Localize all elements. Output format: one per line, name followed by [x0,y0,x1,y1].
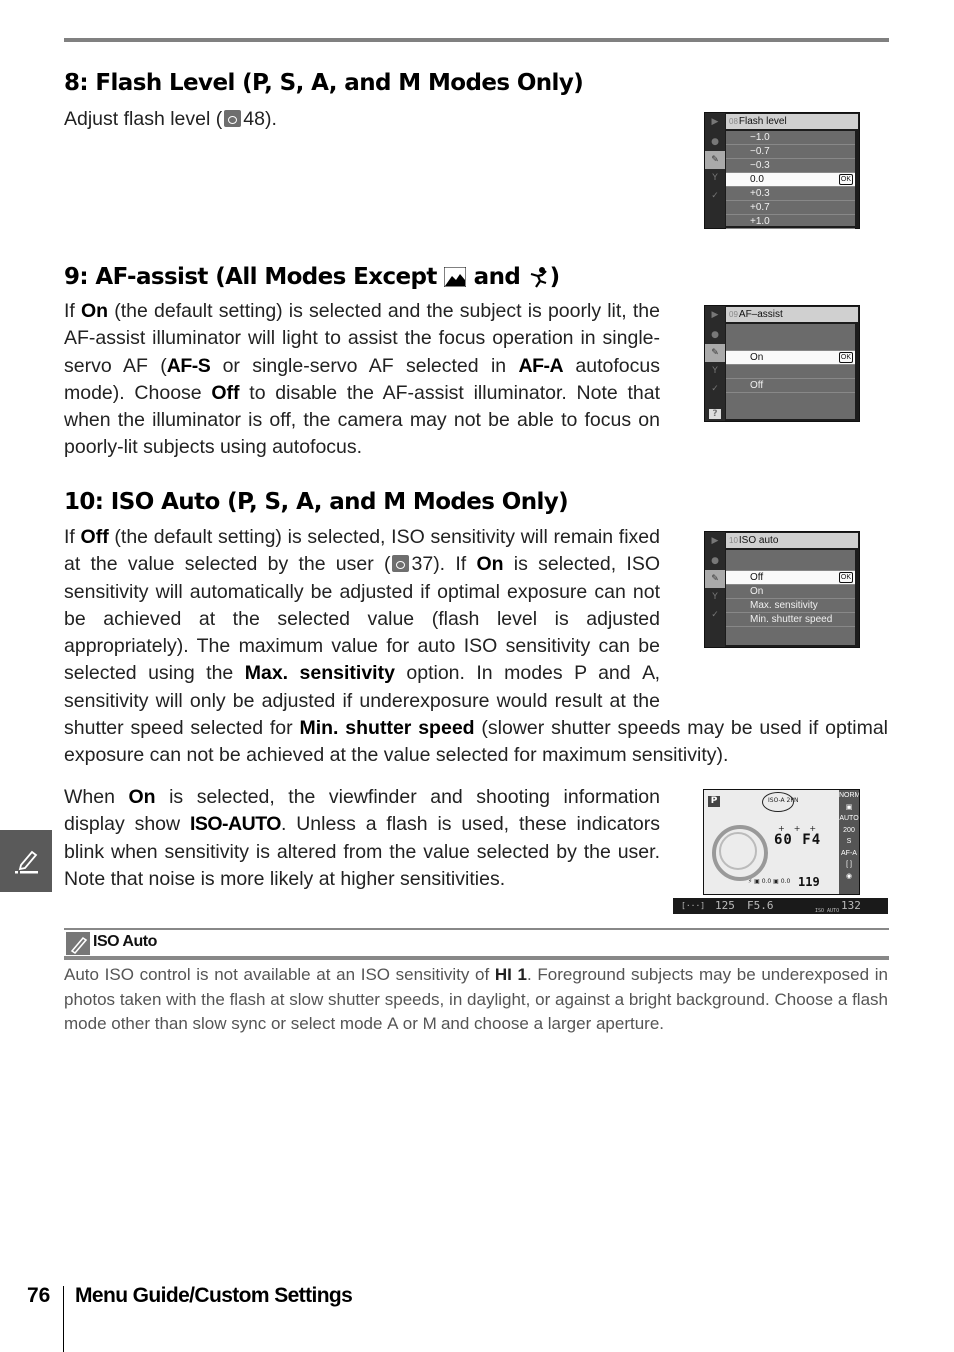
option-row: −1.0 [726,131,855,145]
retouch-icon: ✓ [711,384,719,394]
blank-row [726,550,855,571]
option-row-selected: Off OK [726,571,855,585]
help-icon: ? [709,409,721,419]
frame-count: 119 [798,875,820,889]
settings-column: NORM ▣ AUTO 200 S AF-A [ ] ◉ [839,790,859,894]
camera-icon: ● [711,137,719,147]
flash-level-text: Adjust flash level (48). [64,108,277,130]
page-reference-icon [392,555,410,573]
playback-icon: ▶ [711,310,719,320]
blank-row [726,365,855,379]
heading-iso-auto: 10: ISO Auto (P, S, A, and M Modes Only) [64,489,569,515]
option-row: Off [726,379,855,393]
pencil-icon [15,850,38,874]
menu-side-tabs: ▶ ● ✎ Y ✓ ? [705,306,725,421]
option-row: −0.3 [726,159,855,173]
option-row: +0.3 [726,187,855,201]
flash-level-screen: ▶ ● ✎ Y ✓ 08Flash level −1.0 −0.7 −0.3 0… [704,112,860,229]
note-header: ISO Auto [64,931,889,956]
wrench-icon: Y [712,592,718,602]
blank-row [726,324,855,351]
viewfinder-display: [···] 125 F5.6 ISO AUTO 132 [673,898,888,914]
option-row: On [726,585,855,599]
option-row: Max. sensitivity [726,599,855,613]
playback-icon: ▶ [711,117,719,127]
heading-af-assist: 9: AF-assist (All Modes Except and ) [64,264,560,290]
screen-title: 08Flash level [726,114,858,129]
menu-side-tabs: ▶ ● ✎ Y ✓ [705,113,725,228]
pencil-icon: ✎ [705,570,725,588]
ok-badge: OK [838,572,853,583]
wrench-icon: Y [712,366,718,376]
top-rule [64,38,889,42]
option-row: +1.0 [726,215,855,229]
option-list: On OK Off [726,324,855,419]
pencil-icon: ✎ [705,151,725,169]
iso-auto-paragraph-2: When On is selected, the viewfinder and … [64,786,660,890]
battery-icon: [···] [681,901,706,910]
ok-badge: OK [838,352,853,363]
option-row: −0.7 [726,145,855,159]
af-assist-screen: ▶ ● ✎ Y ✓ ? 09AF–assist On OK Off [704,305,860,422]
option-row-selected: On OK [726,351,855,365]
screen-title: 10ISO auto [726,533,858,548]
option-row: +0.7 [726,201,855,215]
footer-section-title: Menu Guide/Custom Settings [75,1284,353,1307]
compensation-readout: ⚡ ▣ 0.0 ▣ 0.0 [748,878,791,885]
option-list: −1.0 −0.7 −0.3 0.0 OK +0.3 +0.7 +1.0 [726,131,855,229]
note-bottom-rule [64,955,889,960]
camera-icon: ● [711,556,719,566]
heading-flash-level: 8: Flash Level (P, S, A, and M Modes Onl… [64,70,584,96]
wrench-icon: Y [712,173,718,183]
option-row-selected: 0.0 OK [726,173,855,187]
ok-badge: OK [838,174,853,185]
option-list: Off OK On Max. sensitivity Min. shutter s… [726,550,855,645]
page-number: 76 [27,1284,51,1307]
retouch-icon: ✓ [711,610,719,620]
page-reference-icon [224,110,242,127]
shutter-aperture-readout: 60 F4 [774,832,822,848]
af-assist-paragraph: If On (the default setting) is selected … [64,300,660,459]
vf-iso-auto: ISO AUTO [815,908,840,914]
landscape-mode-icon [443,266,467,288]
menu-side-tabs: ▶ ● ✎ Y ✓ [705,532,725,647]
vf-shutter: 125 [715,899,735,912]
playback-icon: ▶ [711,536,719,546]
exposure-dial-graphic [712,825,768,881]
page-ref: 48 [243,108,265,130]
note-body: Auto ISO control is not available at an … [64,965,888,1033]
retouch-icon: ✓ [711,191,719,201]
footer-divider [63,1286,64,1352]
mode-indicator: P [708,796,720,807]
custom-settings-tab [0,830,52,892]
note-title: ISO Auto [93,933,157,950]
screen-title: 09AF–assist [726,307,858,322]
pencil-icon: ✎ [705,344,725,362]
camera-icon: ● [711,330,719,340]
vf-frames: 132 [841,899,861,912]
note-pencil-icon [66,932,90,956]
note-top-rule [64,928,889,930]
sports-mode-icon [530,267,547,288]
vf-aperture: F5.6 [747,899,774,912]
option-row: Min. shutter speed [726,613,855,627]
shooting-info-display: P ISO-A 2PN +++ 60 F4 ⚡ ▣ 0.0 ▣ 0.0 119 … [703,789,860,895]
iso-auto-indicator: ISO-A 2PN [768,797,799,804]
iso-auto-screen: ▶ ● ✎ Y ✓ 10ISO auto Off OK On Max. sensi… [704,531,860,648]
